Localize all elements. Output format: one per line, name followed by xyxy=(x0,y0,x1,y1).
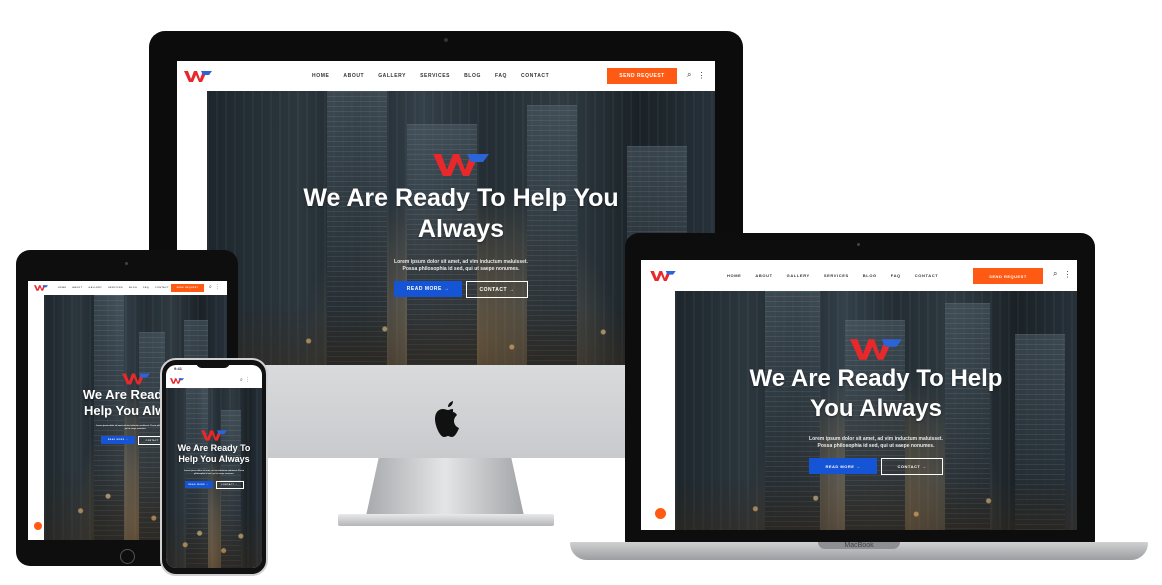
nav-gallery[interactable]: GALLERY xyxy=(378,73,406,79)
apple-logo-icon xyxy=(430,400,464,440)
nav-about[interactable]: ABOUT xyxy=(343,73,364,79)
navbar: ⌕ ⋮ xyxy=(166,374,262,388)
hero-section: We Are Ready To Help You Always Lorem ip… xyxy=(675,291,1077,530)
hero-content: We Are Ready To Help You Always Lorem ip… xyxy=(166,430,262,489)
send-request-button[interactable]: SEND REQUEST xyxy=(607,68,677,84)
search-icon[interactable]: ⌕ xyxy=(1053,269,1057,279)
phone-status-time: 9:41 xyxy=(174,366,183,371)
hero-logo xyxy=(675,339,1077,360)
arrow-right-icon: → xyxy=(125,439,129,441)
chat-bubble-icon[interactable] xyxy=(655,508,666,519)
contact-button[interactable]: CONTACT → xyxy=(215,481,244,489)
main-menu: HOME ABOUT GALLERY SERVICES BLOG FAQ CON… xyxy=(312,73,549,79)
nav-contact[interactable]: CONTACT xyxy=(155,287,169,289)
read-more-button[interactable]: READ MORE → xyxy=(101,436,135,444)
laptop-brand-label: MacBook xyxy=(844,542,874,549)
read-more-label: READ MORE xyxy=(188,483,206,486)
nav-contact[interactable]: CONTACT xyxy=(521,73,549,79)
laptop-camera xyxy=(857,243,860,246)
main-menu: HOME ABOUT GALLERY SERVICES BLOG FAQ CON… xyxy=(727,273,938,278)
send-request-button[interactable]: SEND REQUEST xyxy=(973,268,1043,284)
phone-notch xyxy=(196,361,230,368)
search-icon[interactable]: ⌕ xyxy=(209,284,212,290)
read-more-button[interactable]: READ MORE → xyxy=(184,481,213,488)
nav-blog[interactable]: BLOG xyxy=(863,273,877,278)
nav-services[interactable]: SERVICES xyxy=(824,273,849,278)
read-more-label: READ MORE xyxy=(107,439,125,441)
arrow-right-icon: → xyxy=(206,483,209,486)
nav-home[interactable]: HOME xyxy=(58,287,66,289)
hero-subtitle: Lorem ipsum dolor sit amet, ad vim induc… xyxy=(183,470,244,475)
arrow-right-icon: → xyxy=(921,464,927,469)
read-more-label: READ MORE xyxy=(406,286,442,292)
nav-faq[interactable]: FAQ xyxy=(495,73,507,79)
nav-services[interactable]: SERVICES xyxy=(420,73,450,79)
navbar: HOME ABOUT GALLERY SERVICES BLOG FAQ CON… xyxy=(28,281,227,295)
nav-blog[interactable]: BLOG xyxy=(129,287,137,289)
nav-faq[interactable]: FAQ xyxy=(143,287,149,289)
read-more-button[interactable]: READ MORE → xyxy=(394,281,462,297)
arrow-right-icon: → xyxy=(235,484,238,486)
hero-title: We Are Ready To Help You Always xyxy=(303,184,619,243)
nav-about[interactable]: ABOUT xyxy=(72,287,82,289)
hero-content: We Are Ready To Help You Always Lorem ip… xyxy=(675,339,1077,475)
nav-home[interactable]: HOME xyxy=(727,273,741,278)
nav-services[interactable]: SERVICES xyxy=(108,287,123,289)
hero-section: We Are Ready To Help You Always Lorem ip… xyxy=(166,388,262,568)
search-icon[interactable]: ⌕ xyxy=(240,377,243,383)
search-icon[interactable]: ⌕ xyxy=(687,70,691,80)
vertical-dots-icon[interactable]: ⋮ xyxy=(245,377,250,383)
laptop-screen: HOME ABOUT GALLERY SERVICES BLOG FAQ CON… xyxy=(641,260,1077,530)
brand-logo[interactable] xyxy=(34,285,48,291)
imac-base xyxy=(338,514,554,526)
nav-gallery[interactable]: GALLERY xyxy=(787,273,810,278)
hero-title: We Are Ready To Help You Always xyxy=(749,365,1003,422)
city-lights xyxy=(675,477,1077,530)
vertical-dots-icon[interactable]: ⋮ xyxy=(215,284,220,290)
hero-subtitle: Lorem ipsum dolor sit amet, ad vim induc… xyxy=(809,436,943,449)
read-more-button[interactable]: READ MORE → xyxy=(809,458,877,474)
contact-label: CONTACT xyxy=(897,464,921,469)
imac-stand xyxy=(366,458,524,516)
navbar: HOME ABOUT GALLERY SERVICES BLOG FAQ CON… xyxy=(641,260,1077,291)
arrow-right-icon: → xyxy=(508,286,515,293)
nav-blog[interactable]: BLOG xyxy=(464,73,481,79)
send-request-button[interactable]: SEND REQUEST xyxy=(171,284,204,292)
navbar: HOME ABOUT GALLERY SERVICES BLOG FAQ CON… xyxy=(177,61,715,91)
contact-label: CONTACT xyxy=(479,286,508,293)
vertical-dots-icon[interactable]: ⋮ xyxy=(697,71,705,80)
hero-title: We Are Ready To Help You Always xyxy=(177,443,251,464)
imac-camera xyxy=(444,38,448,42)
vertical-dots-icon[interactable]: ⋮ xyxy=(1063,270,1071,279)
read-more-label: READ MORE xyxy=(825,463,855,469)
tablet-home-button xyxy=(120,549,135,564)
nav-gallery[interactable]: GALLERY xyxy=(89,287,103,289)
contact-label: CONTACT xyxy=(221,484,235,486)
hero-logo xyxy=(166,430,262,441)
city-lights xyxy=(166,510,262,568)
tablet-camera xyxy=(125,262,128,265)
contact-button[interactable]: CONTACT → xyxy=(881,458,943,475)
arrow-right-icon: → xyxy=(856,463,861,469)
chat-bubble-icon[interactable] xyxy=(34,522,42,530)
hero-logo xyxy=(207,153,715,177)
nav-home[interactable]: HOME xyxy=(312,73,329,79)
hero-subtitle: Lorem ipsum dolor sit amet, ad vim induc… xyxy=(394,259,528,272)
phone-screen: 9:41 ⌕ ⋮ We Are Ready To Help You Always… xyxy=(166,365,262,568)
nav-about[interactable]: ABOUT xyxy=(755,273,772,278)
main-menu: HOME ABOUT GALLERY SERVICES BLOG FAQ CON… xyxy=(58,287,169,289)
brand-logo[interactable] xyxy=(170,378,184,384)
nav-faq[interactable]: FAQ xyxy=(891,273,901,278)
nav-contact[interactable]: CONTACT xyxy=(915,273,938,278)
arrow-right-icon: → xyxy=(443,286,450,292)
brand-logo[interactable] xyxy=(650,270,676,281)
brand-logo[interactable] xyxy=(184,70,212,82)
contact-label: CONTACT xyxy=(145,439,159,442)
contact-button[interactable]: CONTACT → xyxy=(466,281,528,298)
